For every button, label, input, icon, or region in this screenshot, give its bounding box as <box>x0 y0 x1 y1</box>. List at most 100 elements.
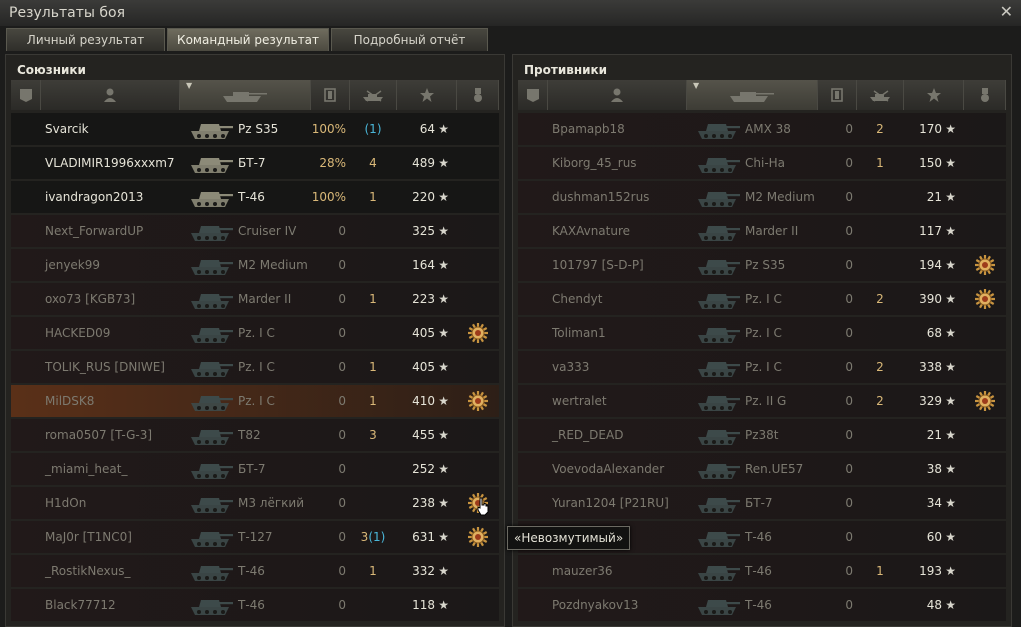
medal-icon[interactable] <box>467 390 489 412</box>
medal-icon <box>980 88 989 102</box>
tank-name: Cruiser IV <box>238 224 297 238</box>
player-row[interactable]: Yuran1204 [P21RU] БТ-7 0 34 ★ <box>518 487 1006 519</box>
tank-name: Т-46 <box>745 564 772 578</box>
player-row[interactable]: va333 Pz. I C 0 2 338 ★ <box>518 351 1006 383</box>
medal-icon[interactable] <box>974 254 996 276</box>
sort-column-tank[interactable]: ▼ <box>687 80 818 110</box>
damage-value: 0 <box>845 394 853 408</box>
player-row[interactable]: HACKED09 Pz. I C 0 405 ★ <box>11 317 499 349</box>
player-row[interactable]: Next_ForwardUP Cruiser IV 0 325 ★ <box>11 215 499 247</box>
tank-image-icon <box>191 260 233 275</box>
tab-detailed-report[interactable]: Подробный отчёт <box>331 28 488 51</box>
kills-count: 1 <box>369 394 377 408</box>
xp-value: 21 <box>926 428 942 442</box>
player-row[interactable]: oxo73 [KGB73] Marder II 0 1 223 ★ <box>11 283 499 315</box>
tab-team-result[interactable]: Командный результат <box>167 28 329 51</box>
tank-image-icon <box>698 328 740 343</box>
medal-icon[interactable] <box>467 526 489 548</box>
sort-column-medal[interactable] <box>964 80 1006 110</box>
player-row[interactable]: _miami_heat_ БТ-7 0 252 ★ <box>11 453 499 485</box>
tank-name: Pz. I C <box>238 394 275 408</box>
medal-tooltip: «Невозмутимый» <box>507 526 631 550</box>
player-row[interactable]: Bpamapb18 AMX 38 0 2 170 ★ <box>518 113 1006 145</box>
damage-value: 0 <box>845 598 853 612</box>
player-row[interactable]: Toliman1 Pz. I C 0 68 ★ <box>518 317 1006 349</box>
player-name: Pozdnyakov13 <box>552 598 639 612</box>
kills-value: 2 <box>864 385 896 417</box>
tank-image-icon <box>698 124 740 139</box>
player-row[interactable]: MilDSK8 Pz. I C 0 1 410 ★ <box>11 385 499 417</box>
player-row[interactable]: dushman152rus M2 Medium 0 21 ★ <box>518 181 1006 213</box>
tank-image-icon <box>191 396 233 411</box>
sort-column-squad[interactable] <box>518 80 548 110</box>
player-name: H1dOn <box>45 496 87 510</box>
player-row[interactable]: Chendyt Pz. I C 0 2 390 ★ <box>518 283 1006 315</box>
tank-image-icon <box>191 430 233 445</box>
sort-column-xp[interactable] <box>397 80 457 110</box>
tank-image-icon <box>698 158 740 173</box>
player-row[interactable]: wertralet Pz. II G 0 2 329 ★ <box>518 385 1006 417</box>
xp-value: 252 <box>412 462 435 476</box>
sort-column-player[interactable] <box>548 80 687 110</box>
player-name: Next_ForwardUP <box>45 224 144 238</box>
player-row[interactable]: KAXAvnature Marder II 0 117 ★ <box>518 215 1006 247</box>
tank-icon <box>730 92 774 102</box>
kills-count: 2 <box>876 394 884 408</box>
medal-icon[interactable] <box>974 390 996 412</box>
player-row[interactable]: VLADIMIR1996xxxm7 БТ-7 28% 4 489 ★ <box>11 147 499 179</box>
tank-name: Marder II <box>745 224 799 238</box>
xp-value: 150 <box>919 156 942 170</box>
kills-value: 1 <box>864 147 896 179</box>
player-row[interactable]: 101797 [S-D-P] Pz S35 0 194 ★ <box>518 249 1006 281</box>
kills-value: 3 <box>357 419 389 451</box>
player-row[interactable]: jenyek99 M2 Medium 0 164 ★ <box>11 249 499 281</box>
tank-image-icon <box>191 464 233 479</box>
player-row[interactable]: mauzer36 Т-46 0 1 193 ★ <box>518 555 1006 587</box>
player-row[interactable]: _RostikNexus_ Т-46 0 1 332 ★ <box>11 555 499 587</box>
squad-icon <box>526 89 539 102</box>
tank-image-icon <box>698 600 740 615</box>
player-row[interactable]: VoevodaAlexander Ren.UE57 0 38 ★ <box>518 453 1006 485</box>
tank-name: M2 Medium <box>238 258 308 272</box>
tank-name: БТ-7 <box>238 462 266 476</box>
sort-column-kills[interactable] <box>350 80 397 110</box>
player-row[interactable]: roma0507 [T-G-3] T82 0 3 455 ★ <box>11 419 499 451</box>
xp-value: 48 <box>926 598 942 612</box>
damage-value: 0 <box>845 122 853 136</box>
tank-name: Pz S35 <box>745 258 786 272</box>
player-row[interactable]: TOLIK_RUS [DNIWE] Pz. I C 0 1 405 ★ <box>11 351 499 383</box>
player-row[interactable]: Svarcik Pz S35 100% (1) 64 ★ <box>11 113 499 145</box>
sort-column-kills[interactable] <box>857 80 904 110</box>
player-row[interactable]: MaJ0r [T1NC0] Т-127 0 3(1) 631 ★ <box>11 521 499 553</box>
player-row[interactable]: Black77712 Т-46 0 118 ★ <box>11 589 499 621</box>
medal-icon[interactable] <box>974 288 996 310</box>
sort-column-damage[interactable] <box>311 80 350 110</box>
star-icon: ★ <box>945 598 956 612</box>
player-row[interactable]: ivandragon2013 Т-46 100% 1 220 ★ <box>11 181 499 213</box>
medal-icon[interactable] <box>467 322 489 344</box>
star-icon: ★ <box>945 564 956 578</box>
sort-column-damage[interactable] <box>818 80 857 110</box>
sort-column-medal[interactable] <box>457 80 499 110</box>
allies-title: Союзники <box>17 63 86 77</box>
sort-column-player[interactable] <box>41 80 180 110</box>
sort-column-tank[interactable]: ▼ <box>180 80 311 110</box>
tank-name: М3 лёгкий <box>238 496 305 510</box>
player-row[interactable]: H1dOn М3 лёгкий 0 238 ★ <box>11 487 499 519</box>
player-row[interactable]: _RED_DEAD Pz38t 0 21 ★ <box>518 419 1006 451</box>
sort-column-squad[interactable] <box>11 80 41 110</box>
sort-column-xp[interactable] <box>904 80 964 110</box>
player-name: roma0507 [T-G-3] <box>45 428 153 442</box>
tab-personal-result[interactable]: Личный результат <box>6 28 165 51</box>
player-row[interactable]: Kiborg_45_rus Chi-Ha 0 1 150 ★ <box>518 147 1006 179</box>
tank-image-icon <box>191 328 233 343</box>
close-icon[interactable]: ✕ <box>1000 2 1013 21</box>
star-icon: ★ <box>438 394 449 408</box>
star-icon: ★ <box>438 156 449 170</box>
player-name: ivandragon2013 <box>45 190 144 204</box>
xp-value: 60 <box>926 530 942 544</box>
player-row[interactable]: Pozdnyakov13 Т-46 0 48 ★ <box>518 589 1006 621</box>
damage-value: 0 <box>338 394 346 408</box>
tank-name: Pz. II G <box>745 394 787 408</box>
kills-count: 1 <box>876 564 884 578</box>
